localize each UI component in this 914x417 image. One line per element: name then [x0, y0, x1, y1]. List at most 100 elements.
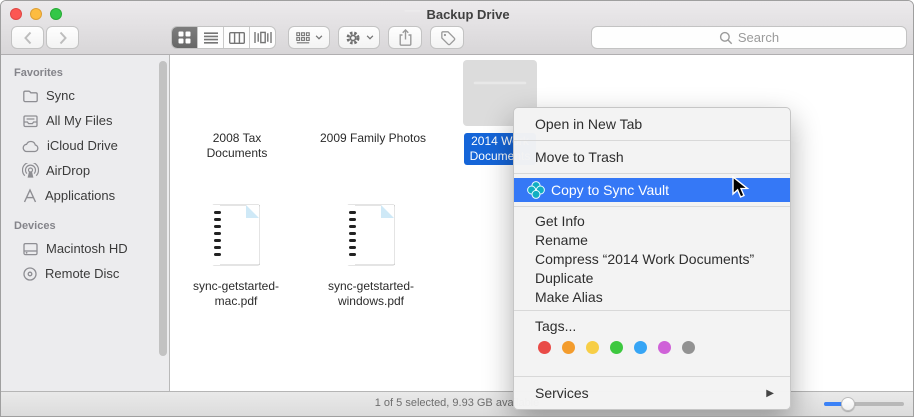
gear-icon	[346, 31, 359, 44]
menu-item-label: Copy to Sync Vault	[551, 182, 670, 198]
list-view-icon	[203, 31, 218, 44]
menu-item-services[interactable]: Services ▶	[514, 381, 790, 405]
sidebar-scrollbar[interactable]	[159, 61, 167, 356]
menu-item-open-in-new-tab[interactable]: Open in New Tab	[514, 112, 790, 136]
cover-flow-view-button[interactable]	[250, 27, 275, 48]
file-tile-2009-family-photos[interactable]: 2009 Family Photos	[308, 67, 438, 146]
menu-item-duplicate[interactable]: Duplicate	[514, 268, 790, 287]
finder-window: Backup Drive Search Favorites Sync All M…	[0, 0, 914, 417]
search-input[interactable]: Search	[591, 26, 907, 49]
sidebar-item-label: AirDrop	[46, 163, 91, 178]
sidebar-item-label: Macintosh HD	[46, 241, 128, 256]
list-view-button[interactable]	[198, 27, 224, 48]
sidebar-section-devices: Devices	[14, 220, 56, 232]
menu-separator	[514, 140, 790, 141]
menu-separator	[514, 173, 790, 174]
file-name: 2008 Tax Documents	[206, 131, 268, 160]
menu-item-make-alias[interactable]: Make Alias	[514, 287, 790, 306]
airdrop-icon	[22, 162, 39, 178]
sidebar-item-all-my-files[interactable]: All My Files	[1, 108, 169, 133]
menu-item-tags[interactable]: Tags...	[514, 315, 790, 337]
file-tile-2008-tax-documents[interactable]: 2008 Tax Documents	[172, 67, 302, 161]
menu-separator	[514, 206, 790, 207]
menu-item-label: Duplicate	[535, 269, 594, 286]
pdf-file-icon: sync.com Getting Started	[212, 204, 260, 266]
sidebar-section-favorites: Favorites	[14, 67, 63, 79]
sidebar-item-macintosh-hd[interactable]: Macintosh HD	[1, 236, 169, 261]
pdf-brand-text: sync.com	[225, 241, 253, 247]
chevron-right-icon	[59, 31, 67, 44]
menu-item-label: Move to Trash	[535, 149, 624, 165]
menu-separator	[514, 376, 790, 377]
file-name: sync-getstarted-mac.pdf	[192, 279, 280, 308]
menu-item-move-to-trash[interactable]: Move to Trash	[514, 145, 790, 169]
sidebar-item-applications[interactable]: Applications	[1, 183, 169, 208]
sidebar-item-airdrop[interactable]: AirDrop	[1, 158, 169, 183]
folder-icon	[344, 67, 402, 114]
sync-vault-icon	[527, 181, 545, 199]
menu-item-label: Tags...	[535, 318, 577, 334]
tag-purple[interactable]	[658, 341, 671, 354]
action-menu-button[interactable]	[338, 26, 380, 49]
sidebar: Favorites Sync All My Files iCloud Drive…	[1, 55, 170, 391]
search-placeholder: Search	[737, 30, 780, 45]
tags-button[interactable]	[430, 26, 464, 49]
tag-blue[interactable]	[634, 341, 647, 354]
search-icon	[719, 31, 733, 44]
hard-drive-icon	[23, 242, 38, 255]
folder-icon	[404, 7, 421, 21]
grid-view-icon	[178, 31, 191, 44]
tag-color-row	[514, 337, 790, 372]
file-name: 2009 Family Photos	[319, 131, 427, 145]
tag-gray[interactable]	[682, 341, 695, 354]
menu-item-rename[interactable]: Rename	[514, 230, 790, 249]
share-button[interactable]	[388, 26, 422, 49]
forward-button[interactable]	[46, 26, 79, 49]
arrange-icon	[295, 31, 310, 43]
view-mode-segmented-control	[171, 26, 276, 49]
window-title: Backup Drive	[426, 6, 510, 22]
chevron-left-icon	[23, 31, 31, 44]
menu-item-label: Get Info	[535, 212, 585, 229]
sidebar-item-label: Remote Disc	[45, 266, 120, 281]
context-menu: Open in New Tab Move to Trash Copy to Sy…	[513, 107, 791, 410]
tag-red[interactable]	[538, 341, 551, 354]
submenu-arrow-icon: ▶	[766, 387, 774, 399]
sidebar-item-label: iCloud Drive	[47, 138, 118, 153]
menu-item-label: Compress “2014 Work Documents”	[535, 250, 755, 267]
tag-green[interactable]	[610, 341, 623, 354]
sidebar-item-sync[interactable]: Sync	[1, 83, 169, 108]
pdf-brand-text: sync.com	[360, 241, 388, 247]
arrange-button[interactable]	[288, 26, 330, 49]
pdf-file-icon: sync.com Getting Started	[347, 204, 395, 266]
sidebar-item-remote-disc[interactable]: Remote Disc	[1, 261, 169, 286]
icon-view-button[interactable]	[172, 27, 198, 48]
column-view-icon	[228, 31, 245, 44]
folder-icon	[23, 90, 38, 102]
file-tile-sync-getstarted-windows[interactable]: sync.com Getting Started sync-getstarted…	[306, 204, 436, 309]
column-view-button[interactable]	[224, 27, 250, 48]
sidebar-item-label: All My Files	[46, 113, 113, 128]
slider-knob[interactable]	[841, 397, 855, 411]
pdf-caption-text: Getting Started	[359, 255, 390, 260]
menu-item-label: Rename	[535, 231, 588, 248]
menu-item-label: Services	[535, 385, 589, 401]
back-button[interactable]	[11, 26, 44, 49]
file-tile-sync-getstarted-mac[interactable]: sync.com Getting Started sync-getstarted…	[171, 204, 301, 309]
title-bar: Backup Drive Search	[1, 1, 913, 55]
menu-item-get-info[interactable]: Get Info	[514, 211, 790, 230]
mouse-cursor	[732, 176, 750, 198]
documents-stack-icon	[23, 114, 38, 127]
sidebar-item-label: Sync	[46, 88, 75, 103]
chevron-down-icon	[366, 35, 373, 40]
disc-icon	[23, 266, 37, 281]
tag-orange[interactable]	[562, 341, 575, 354]
menu-item-label: Make Alias	[535, 288, 603, 305]
icon-size-slider[interactable]	[824, 397, 904, 411]
folder-icon	[208, 67, 266, 114]
applications-icon	[23, 187, 37, 202]
tag-yellow[interactable]	[586, 341, 599, 354]
cloud-icon	[22, 140, 39, 152]
menu-item-compress[interactable]: Compress “2014 Work Documents”	[514, 249, 790, 268]
sidebar-item-icloud-drive[interactable]: iCloud Drive	[1, 133, 169, 158]
